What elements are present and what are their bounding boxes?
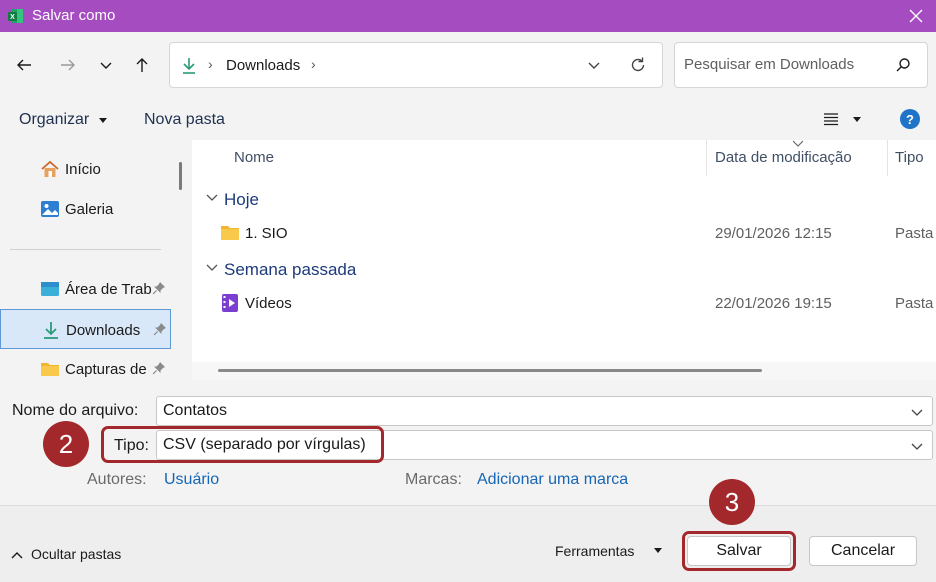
refresh-icon[interactable] <box>628 55 648 75</box>
group-header-semana-passada[interactable]: Semana passada <box>192 253 936 283</box>
step-2-badge: 2 <box>43 421 89 467</box>
excel-app-icon: X <box>8 9 23 23</box>
save-form: Nome do arquivo: Contatos 2 Tipo: CSV (s… <box>0 380 936 505</box>
caret-down-icon[interactable] <box>99 118 107 123</box>
window-title: Salvar como <box>32 7 116 24</box>
sidebar-item-area-de-trabalho[interactable]: Área de Trab <box>0 269 171 309</box>
authors-label: Autores: <box>87 471 147 488</box>
search-icon <box>896 58 910 72</box>
chevron-right-icon: › <box>208 56 213 72</box>
dialog-footer: Ocultar pastas Ferramentas 3 Salvar Canc… <box>0 479 936 582</box>
hide-folders-button[interactable]: Ocultar pastas <box>31 546 121 562</box>
sidebar-item-inicio[interactable]: Início <box>0 149 171 189</box>
sidebar-item-label: Downloads <box>66 322 141 339</box>
download-icon <box>44 322 58 339</box>
add-tag-link[interactable]: Adicionar uma marca <box>477 471 628 489</box>
column-header-date[interactable]: Data de modificação <box>715 149 852 166</box>
horizontal-scrollbar[interactable] <box>218 369 762 372</box>
chevron-down-icon[interactable] <box>910 405 924 419</box>
desktop-icon <box>41 282 59 296</box>
pin-icon[interactable] <box>152 281 166 295</box>
sort-chevron-icon <box>792 140 804 147</box>
sidebar-item-label: Área de Trab <box>65 281 151 298</box>
column-divider[interactable] <box>706 140 707 176</box>
view-options-icon[interactable] <box>823 112 839 126</box>
cancel-button[interactable]: Cancelar <box>809 536 917 566</box>
folder-icon <box>221 226 239 240</box>
chevron-right-icon[interactable]: › <box>311 56 316 72</box>
column-divider[interactable] <box>887 140 888 176</box>
group-label: Semana passada <box>224 260 357 279</box>
sidebar-item-capturas-de-tela[interactable]: Capturas de T <box>0 349 171 380</box>
group-label: Hoje <box>224 190 259 209</box>
recent-locations-button[interactable] <box>95 54 117 76</box>
caret-down-icon[interactable] <box>654 548 662 553</box>
svg-text:X: X <box>10 14 15 21</box>
sidebar-item-downloads[interactable]: Downloads <box>0 309 171 349</box>
chevron-up-icon[interactable] <box>11 550 23 560</box>
navigation-bar: › Downloads › <box>0 32 936 100</box>
chevron-down-icon <box>100 62 112 69</box>
chevron-down-icon[interactable] <box>586 57 602 73</box>
videos-folder-icon <box>222 294 238 312</box>
arrow-right-icon <box>61 59 75 71</box>
chevron-down-icon <box>206 194 218 201</box>
file-type: Pasta de <box>895 225 936 242</box>
filename-field[interactable]: Contatos <box>156 396 933 426</box>
address-bar[interactable]: › Downloads › <box>169 42 663 88</box>
file-type: Pasta de <box>895 295 936 312</box>
back-button[interactable] <box>13 54 35 76</box>
authors-link[interactable]: Usuário <box>164 471 219 489</box>
search-box[interactable] <box>674 42 928 88</box>
column-header-type[interactable]: Tipo <box>895 149 924 166</box>
tools-menu-button[interactable]: Ferramentas <box>555 543 634 559</box>
file-date: 22/01/2026 19:15 <box>715 295 832 312</box>
filename-label: Nome do arquivo: <box>12 402 139 419</box>
organize-button[interactable]: Organizar <box>19 111 89 129</box>
sidebar-divider <box>10 249 161 250</box>
search-input[interactable] <box>684 56 884 73</box>
folder-icon <box>41 363 59 376</box>
sidebar-item-label: Início <box>65 161 101 178</box>
save-highlight-box <box>682 531 796 571</box>
file-date: 29/01/2026 12:15 <box>715 225 832 242</box>
caret-down-icon[interactable] <box>853 117 861 122</box>
up-button[interactable] <box>131 54 153 76</box>
new-folder-button[interactable]: Nova pasta <box>144 111 225 129</box>
file-row[interactable]: Vídeos 22/01/2026 19:15 Pasta de <box>192 288 936 318</box>
arrow-up-icon <box>136 58 148 72</box>
sidebar-item-galeria[interactable]: Galeria <box>0 189 171 229</box>
file-name: 1. SIO <box>245 225 288 242</box>
column-header-name[interactable]: Nome <box>234 149 274 166</box>
group-header-hoje[interactable]: Hoje <box>192 183 936 213</box>
sidebar-item-label: Galeria <box>65 201 114 218</box>
gallery-icon <box>41 201 59 217</box>
close-icon[interactable] <box>906 6 926 26</box>
title-bar: X Salvar como <box>0 0 936 32</box>
step-3-badge: 3 <box>709 479 755 525</box>
forward-button[interactable] <box>57 54 79 76</box>
chevron-down-icon <box>206 264 218 271</box>
type-highlight-box <box>101 426 384 463</box>
breadcrumb-downloads[interactable]: Downloads <box>226 57 300 74</box>
chevron-down-icon[interactable] <box>910 439 924 453</box>
pin-icon[interactable] <box>152 361 166 375</box>
file-name: Vídeos <box>245 295 292 312</box>
file-row[interactable]: 1. SIO 29/01/2026 12:15 Pasta de <box>192 218 936 248</box>
arrow-left-icon <box>17 59 31 71</box>
navigation-pane: Início Galeria Área de Trab Downloads Ca… <box>0 140 192 380</box>
download-icon <box>183 58 195 74</box>
sidebar-scrollbar[interactable] <box>179 162 182 190</box>
pin-icon[interactable] <box>153 322 167 336</box>
sidebar-item-label: Capturas de T <box>65 361 151 378</box>
filename-value: Contatos <box>163 402 228 419</box>
command-bar: Organizar Nova pasta ? <box>0 100 936 140</box>
file-list: Nome Data de modificação Tipo Hoje 1. SI… <box>192 140 936 380</box>
help-icon[interactable]: ? <box>900 109 920 129</box>
tags-label: Marcas: <box>405 471 462 488</box>
home-icon <box>41 160 59 177</box>
